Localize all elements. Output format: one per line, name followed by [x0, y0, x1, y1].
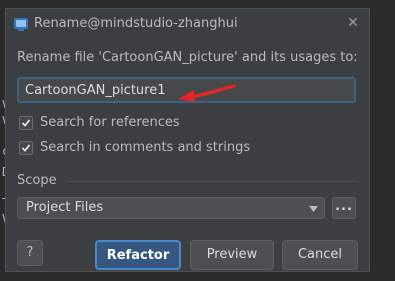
preview-button[interactable]: Preview — [190, 240, 274, 270]
rename-dialog: Rename@mindstudio-zhanghui ✕ Rename file… — [5, 8, 370, 272]
close-icon[interactable]: ✕ — [345, 15, 361, 31]
checkmark-icon — [21, 118, 31, 127]
checkmark-icon — [21, 143, 31, 152]
dialog-titlebar[interactable]: Rename@mindstudio-zhanghui ✕ — [6, 9, 369, 39]
red-arrow-icon — [178, 84, 236, 102]
mindstudio-app-icon — [14, 18, 28, 31]
editor-bottom-strip — [0, 274, 395, 281]
search-comments-option[interactable]: Search in comments and strings — [19, 140, 250, 155]
cancel-button[interactable]: Cancel — [282, 240, 358, 270]
scope-browse-button[interactable]: ... — [332, 197, 356, 219]
search-references-label: Search for references — [40, 115, 180, 130]
scope-select-value: Project Files — [26, 200, 104, 215]
scope-select[interactable]: Project Files — [17, 197, 325, 219]
rename-prompt: Rename file 'CartoonGAN_picture' and its… — [17, 50, 358, 65]
chevron-down-icon — [309, 206, 318, 212]
help-button[interactable]: ? — [17, 240, 43, 266]
search-comments-label: Search in comments and strings — [40, 140, 251, 155]
scope-divider — [67, 181, 357, 182]
search-references-checkbox[interactable] — [19, 115, 33, 130]
search-references-option[interactable]: Search for references — [19, 115, 180, 130]
scope-label: Scope — [17, 173, 57, 188]
refactor-button[interactable]: Refactor — [95, 240, 181, 270]
search-comments-checkbox[interactable] — [19, 140, 33, 155]
dialog-title: Rename@mindstudio-zhanghui — [34, 16, 238, 31]
